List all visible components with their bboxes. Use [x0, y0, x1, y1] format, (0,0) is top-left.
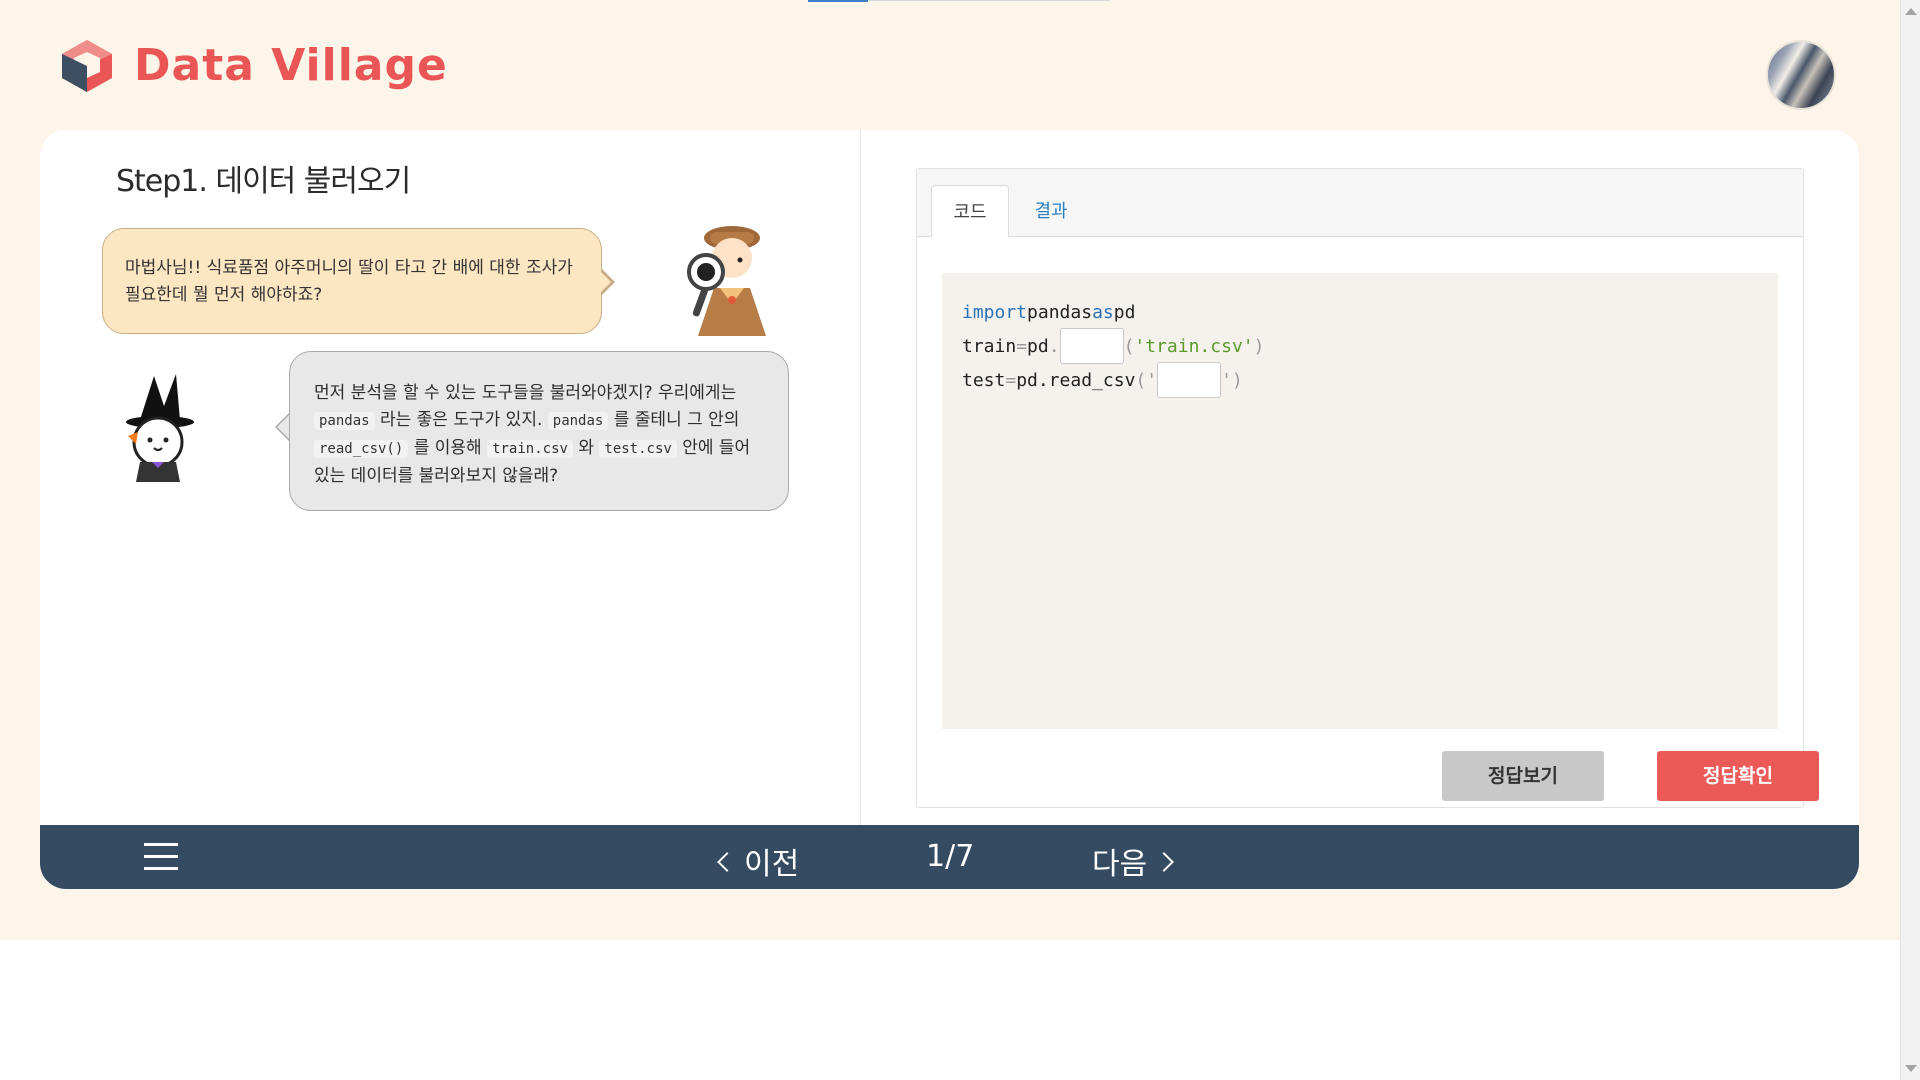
footer-navigation-bar: 이전 1/7 다음 [40, 825, 1859, 889]
code-token: test [962, 369, 1006, 391]
chevron-left-icon [717, 852, 737, 872]
wizard-message-part4: 를 이용해 [413, 438, 482, 458]
code-operator: = [1016, 335, 1028, 357]
code-line: train = pd. ('train.csv') [962, 328, 1758, 364]
lesson-card: Step1. 데이터 불러오기 마법사님!! 식료품점 아주머니의 딸이 타고 … [40, 130, 1859, 889]
code-string: 'train.csv' [1134, 335, 1254, 357]
bubble-tail-fill [599, 270, 611, 294]
code-chip: pandas [314, 412, 375, 430]
code-operator: ') [1221, 369, 1243, 391]
show-answer-button[interactable]: 정답보기 [1442, 751, 1604, 801]
code-token: train [962, 335, 1017, 357]
scrollbar[interactable] [1900, 0, 1920, 1080]
code-token: pd.read_csv [1016, 369, 1136, 391]
code-chip: pandas [547, 412, 609, 430]
next-label: 다음 [1092, 847, 1148, 882]
top-progress-indicator [808, 0, 868, 2]
tab-code[interactable]: 코드 [931, 185, 1009, 237]
chevron-right-icon [1154, 852, 1175, 872]
wizard-message-part1: 먼저 분석을 할 수 있는 도구들을 불러와야겠지? 우리에게는 [314, 383, 737, 403]
tab-strip: 코드 결과 [917, 169, 1803, 237]
wizard-speech-bubble: 먼저 분석을 할 수 있는 도구들을 불러와야겠지? 우리에게는 pandas … [289, 351, 789, 511]
code-line: import pandas as pd [962, 295, 1758, 329]
code-chip: test.csv [599, 440, 677, 458]
code-chip: read_csv() [314, 440, 409, 458]
code-operator: ( [1123, 335, 1135, 357]
answer-blank-input[interactable] [1059, 328, 1124, 364]
wizard-message-part2: 라는 좋은 도구가 있지. [379, 410, 543, 430]
page-title: Step1. 데이터 불러오기 [116, 164, 411, 199]
code-editor: import pandas as pd train = pd. ('train.c… [942, 273, 1778, 729]
code-line: test = pd.read_csv (' ') [962, 362, 1758, 398]
code-operator: . [1048, 335, 1060, 357]
menu-icon[interactable] [144, 843, 180, 871]
detective-character-illustration [687, 226, 766, 336]
detective-speech-bubble: 마법사님!! 식료품점 아주머니의 딸이 타고 간 배에 대한 조사가 필요한데… [102, 228, 602, 334]
next-button[interactable]: 다음 [1092, 839, 1175, 883]
code-token: pandas [1027, 301, 1093, 323]
code-operator: ) [1253, 335, 1265, 357]
wizard-message-part5: 와 [578, 438, 594, 458]
scroll-down-icon[interactable] [1905, 1065, 1917, 1072]
code-operator: = [1005, 369, 1017, 391]
detective-message: 마법사님!! 식료품점 아주머니의 딸이 타고 간 배에 대한 조사가 필요한데… [125, 258, 573, 305]
logo[interactable]: Data Village [58, 36, 448, 94]
previous-button[interactable]: 이전 [717, 839, 800, 883]
code-operator: (' [1135, 369, 1158, 391]
tab-result[interactable]: 결과 [1011, 185, 1091, 237]
wizard-message-part3: 를 줄테니 그 안의 [613, 410, 740, 430]
code-token: pd [1113, 301, 1136, 323]
previous-label: 이전 [744, 847, 800, 882]
check-answer-button[interactable]: 정답확인 [1657, 751, 1819, 801]
panel-divider [860, 130, 861, 825]
page-indicator: 1/7 [926, 839, 975, 874]
logo-icon [62, 40, 112, 92]
wizard-rabbit-illustration [126, 374, 194, 482]
scroll-up-icon[interactable] [1905, 8, 1917, 15]
code-keyword: as [1092, 301, 1114, 323]
top-progress-track [868, 0, 1110, 1]
answer-blank-input[interactable] [1157, 362, 1222, 398]
code-panel: 코드 결과 import pandas as pd train = pd.('t… [916, 168, 1819, 808]
logo-text: Data Village [134, 39, 448, 91]
code-keyword: import [962, 301, 1028, 323]
bubble-tail-fill [277, 415, 289, 439]
code-chip: train.csv [487, 440, 573, 458]
avatar[interactable] [1766, 40, 1836, 110]
code-token: pd [1027, 335, 1049, 357]
